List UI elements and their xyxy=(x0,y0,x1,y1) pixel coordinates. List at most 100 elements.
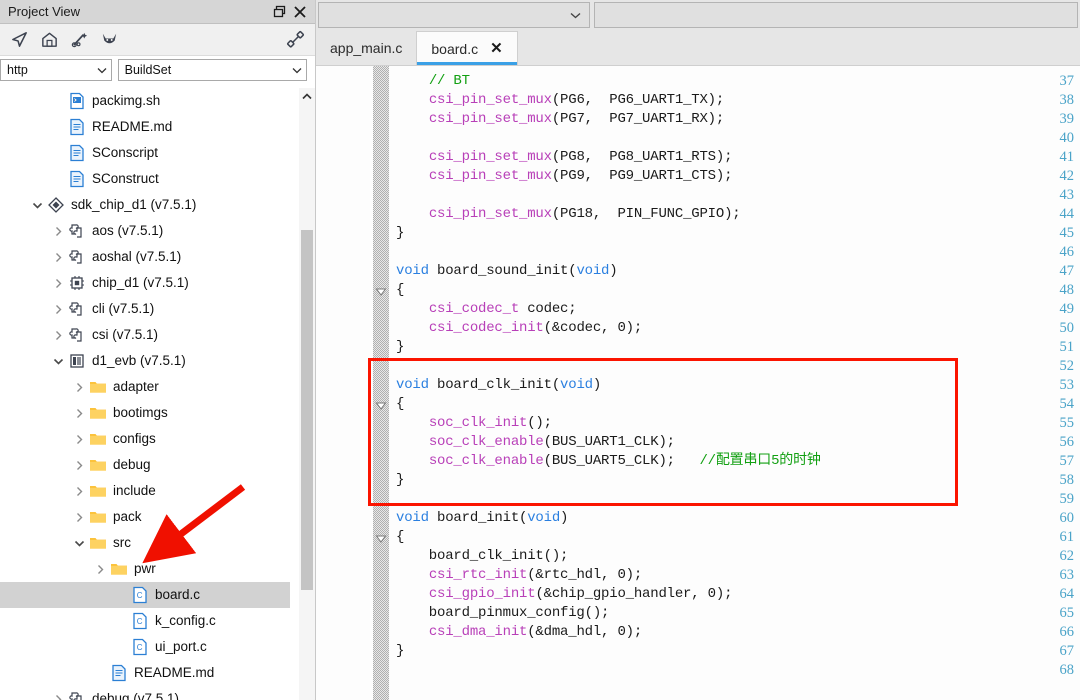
code-line[interactable]: csi_pin_set_mux(PG7, PG7_UART1_RX); xyxy=(396,110,724,129)
tree-item[interactable]: include xyxy=(0,478,300,504)
tree-item[interactable]: SConstruct xyxy=(0,166,300,192)
tree-expander-icon[interactable] xyxy=(73,459,86,472)
tree-item[interactable]: pwr xyxy=(0,556,300,582)
tree-expander-icon[interactable] xyxy=(52,251,65,264)
tree-item[interactable]: bootimgs xyxy=(0,400,300,426)
tree-expander-icon[interactable] xyxy=(73,381,86,394)
project-tree[interactable]: packimg.sh README.md SConscript SConstruct s… xyxy=(0,88,300,700)
line-number: 42 xyxy=(1059,168,1075,184)
tree-item[interactable]: README.md xyxy=(0,114,300,140)
code-line[interactable]: void board_init(void) xyxy=(396,509,568,528)
tree-item-label: aoshal (v7.5.1) xyxy=(92,249,182,264)
tree-item[interactable]: Cboard.c xyxy=(0,582,290,608)
tree-item-label: SConstruct xyxy=(92,171,159,186)
tree-item[interactable]: debug (v7.5.1) xyxy=(0,686,300,700)
code-line[interactable]: { xyxy=(396,395,404,414)
tree-expander-icon[interactable] xyxy=(73,537,86,550)
code-line[interactable]: csi_codec_init(&codec, 0); xyxy=(396,319,642,338)
code-line[interactable]: csi_pin_set_mux(PG9, PG9_UART1_CTS); xyxy=(396,167,733,186)
tree-expander-icon[interactable] xyxy=(52,277,65,290)
editor-tab-bar[interactable]: app_main.c board.c ✕ xyxy=(316,30,1080,66)
tree-item[interactable]: csi (v7.5.1) xyxy=(0,322,300,348)
tree-item[interactable]: README.md xyxy=(0,660,300,686)
fold-toggle-icon[interactable] xyxy=(375,532,387,544)
tree-expander-icon[interactable] xyxy=(73,485,86,498)
tree-expander-icon[interactable] xyxy=(73,407,86,420)
scroll-up-button[interactable] xyxy=(299,88,315,104)
tree-item[interactable]: src xyxy=(0,530,300,556)
tree-item[interactable]: debug xyxy=(0,452,300,478)
tree-item[interactable]: chip_d1 (v7.5.1) xyxy=(0,270,300,296)
tree-item-label: csi (v7.5.1) xyxy=(92,327,159,342)
close-icon[interactable] xyxy=(293,5,307,19)
tree-expander-icon[interactable] xyxy=(52,355,65,368)
code-token-plain: (&dma_hdl, 0); xyxy=(527,624,643,640)
tree-expander-icon[interactable] xyxy=(73,511,86,524)
tree-item[interactable]: sdk_chip_d1 (v7.5.1) xyxy=(0,192,300,218)
code-line[interactable]: csi_rtc_init(&rtc_hdl, 0); xyxy=(396,566,642,585)
fold-toggle-icon[interactable] xyxy=(375,399,387,411)
tree-expander-icon[interactable] xyxy=(73,433,86,446)
tab-close-icon[interactable]: ✕ xyxy=(490,41,503,56)
scrollbar-thumb[interactable] xyxy=(301,230,313,590)
home-icon[interactable] xyxy=(40,30,59,49)
code-line[interactable]: } xyxy=(396,338,404,357)
wand-icon[interactable] xyxy=(70,30,89,49)
project-tree-scrollbar[interactable] xyxy=(299,88,315,700)
code-line[interactable]: soc_clk_init(); xyxy=(396,414,552,433)
code-line[interactable]: void board_sound_init(void) xyxy=(396,262,618,281)
code-line[interactable]: { xyxy=(396,528,404,547)
tree-item[interactable]: Ck_config.c xyxy=(0,608,300,634)
code-line[interactable]: void board_clk_init(void) xyxy=(396,376,601,395)
tree-expander-icon[interactable] xyxy=(52,693,65,700)
code-line[interactable]: csi_codec_t codec; xyxy=(396,300,577,319)
tree-expander-icon[interactable] xyxy=(52,329,65,342)
tree-item[interactable]: aos (v7.5.1) xyxy=(0,218,300,244)
fold-column[interactable] xyxy=(373,66,389,700)
buildset-combo[interactable]: BuildSet xyxy=(117,59,307,81)
tree-item[interactable]: Cui_port.c xyxy=(0,634,300,660)
code-line[interactable]: soc_clk_enable(BUS_UART1_CLK); xyxy=(396,433,675,452)
tree-expander-icon[interactable] xyxy=(94,563,107,576)
code-line[interactable]: { xyxy=(396,281,404,300)
code-line[interactable]: soc_clk_enable(BUS_UART5_CLK); //配置串口5的时… xyxy=(396,452,821,471)
tree-expander-icon[interactable] xyxy=(52,303,65,316)
tree-item[interactable]: pack xyxy=(0,504,300,530)
protocol-combo[interactable]: http xyxy=(0,59,112,81)
tree-item[interactable]: aoshal (v7.5.1) xyxy=(0,244,300,270)
tree-item[interactable]: cli (v7.5.1) xyxy=(0,296,300,322)
code-line[interactable]: csi_dma_init(&dma_hdl, 0); xyxy=(396,623,642,642)
navigate-icon[interactable] xyxy=(10,30,29,49)
tree-item[interactable]: SConscript xyxy=(0,140,300,166)
restore-icon[interactable] xyxy=(273,5,287,19)
fox-icon[interactable] xyxy=(100,30,119,49)
tree-expander-icon[interactable] xyxy=(52,225,65,238)
code-line[interactable]: csi_gpio_init(&chip_gpio_handler, 0); xyxy=(396,585,733,604)
tree-item[interactable]: configs xyxy=(0,426,300,452)
fold-toggle-icon[interactable] xyxy=(375,285,387,297)
tree-item[interactable]: d1_evb (v7.5.1) xyxy=(0,348,300,374)
editor-tab[interactable]: app_main.c xyxy=(316,31,416,65)
code-line[interactable]: csi_pin_set_mux(PG6, PG6_UART1_TX); xyxy=(396,91,724,110)
editor-tab[interactable]: board.c ✕ xyxy=(416,31,518,65)
tree-item[interactable]: packimg.sh xyxy=(0,88,300,114)
component-icon xyxy=(68,222,92,240)
code-line[interactable]: } xyxy=(396,471,404,490)
code-line[interactable]: } xyxy=(396,642,404,661)
topbar-combo[interactable] xyxy=(318,2,590,28)
line-number: 58 xyxy=(1059,472,1075,488)
code-view[interactable]: 37 // BT 38 csi_pin_set_mux(PG6, PG6_UART… xyxy=(316,66,1080,700)
tree-item[interactable]: adapter xyxy=(0,374,300,400)
component-icon xyxy=(68,248,92,266)
code-line[interactable]: board_clk_init(); xyxy=(396,547,569,566)
tree-expander-icon[interactable] xyxy=(31,199,44,212)
link-icon[interactable] xyxy=(286,30,305,49)
code-line[interactable]: csi_pin_set_mux(PG8, PG8_UART1_RTS); xyxy=(396,148,733,167)
code-line[interactable]: // BT xyxy=(396,72,470,91)
code-line[interactable]: } xyxy=(396,224,404,243)
code-line[interactable]: board_pinmux_config(); xyxy=(396,604,610,623)
code-line[interactable]: csi_pin_set_mux(PG18, PIN_FUNC_GPIO); xyxy=(396,205,741,224)
topbar-blank-field[interactable] xyxy=(594,2,1078,28)
